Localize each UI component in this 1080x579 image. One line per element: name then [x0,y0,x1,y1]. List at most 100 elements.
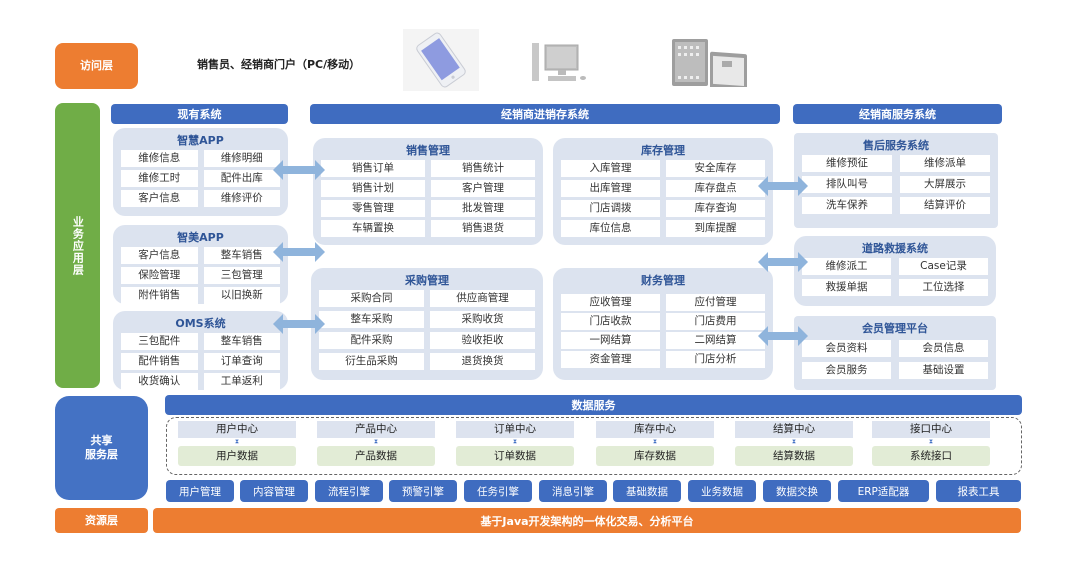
module-item[interactable]: 客户信息 [121,190,198,207]
module-item[interactable]: 门店费用 [666,313,765,330]
module-item[interactable]: 采购收货 [430,311,535,328]
module-item[interactable]: 衍生品采购 [319,353,424,370]
module-item[interactable]: Case记录 [899,258,988,275]
module-item[interactable]: 收货确认 [121,373,198,390]
module-item[interactable]: 维修评价 [203,190,280,207]
module-item[interactable]: 以旧换新 [203,287,280,304]
shared-layer-label-line2: 服务层 [85,448,118,461]
module-item[interactable]: 销售统计 [431,160,535,177]
data-center-settlement[interactable]: 结算中心 ⧗ 结算数据 [735,421,853,466]
link-icon: ⧗ [234,438,240,445]
module-item[interactable]: 销售订单 [321,160,425,177]
module-item[interactable]: 供应商管理 [430,290,535,307]
module-item[interactable]: 维修派单 [900,155,990,172]
module-item[interactable]: 工单返利 [203,373,280,390]
module-item[interactable]: 采购合同 [319,290,424,307]
center-name: 产品中心 [317,421,435,438]
module-item[interactable]: 维修信息 [121,150,198,167]
module-item[interactable]: 验收拒收 [430,332,535,349]
module-item[interactable]: 配件采购 [319,332,424,349]
module-item[interactable]: 基础设置 [899,362,988,379]
module-item[interactable]: 配件销售 [121,353,198,370]
module-item[interactable]: 大屏展示 [900,176,990,193]
module-item[interactable]: 安全库存 [666,160,765,177]
module-item[interactable]: 客户管理 [431,180,535,197]
module-item[interactable]: 出库管理 [561,180,660,197]
module-item[interactable]: 销售计划 [321,180,425,197]
module-item[interactable]: 附件销售 [121,287,198,304]
module-item[interactable]: 车辆置换 [321,220,425,237]
module-item[interactable]: 二网结算 [666,332,765,349]
module-item[interactable]: 门店分析 [666,351,765,368]
access-layer-label-text: 访问层 [80,59,113,73]
center-name: 订单中心 [456,421,574,438]
module-item[interactable]: 三包管理 [203,267,280,284]
center-data: 库存数据 [596,446,714,466]
module-item[interactable]: 维修预征 [802,155,892,172]
module-item[interactable]: 应付管理 [666,294,765,311]
module-road-rescue: 道路救援系统 维修派工 Case记录 救援单据 工位选择 [794,236,996,306]
module-item[interactable]: 门店调拨 [561,200,660,217]
data-center-inventory[interactable]: 库存中心 ⧗ 库存数据 [596,421,714,466]
module-item[interactable]: 库存查询 [666,200,765,217]
module-item[interactable]: 洗车保养 [802,197,892,214]
module-item[interactable]: 整车采购 [319,311,424,328]
module-item[interactable]: 整车销售 [203,333,280,350]
link-icon: ⧗ [373,438,379,445]
module-item[interactable]: 资金管理 [561,351,660,368]
module-item[interactable]: 库存盘点 [666,180,765,197]
tool-alert-engine[interactable]: 预警引擎 [389,480,457,502]
module-item[interactable]: 门店收款 [561,313,660,330]
module-title: 采购管理 [405,274,449,287]
data-center-order[interactable]: 订单中心 ⧗ 订单数据 [456,421,574,466]
module-item[interactable]: 维修派工 [802,258,891,275]
module-item[interactable]: 排队叫号 [802,176,892,193]
module-item[interactable]: 销售退货 [431,220,535,237]
tool-task-engine[interactable]: 任务引擎 [464,480,532,502]
center-name: 接口中心 [872,421,990,438]
access-layer-label: 访问层 [55,43,138,89]
data-center-user[interactable]: 用户中心 ⧗ 用户数据 [178,421,296,466]
tool-business-data[interactable]: 业务数据 [688,480,756,502]
data-center-interface[interactable]: 接口中心 ⧗ 系统接口 [872,421,990,466]
module-item[interactable]: 客户信息 [121,247,198,264]
module-item[interactable]: 到库提醒 [666,220,765,237]
module-item[interactable]: 三包配件 [121,333,198,350]
module-item[interactable]: 应收管理 [561,294,660,311]
data-center-product[interactable]: 产品中心 ⧗ 产品数据 [317,421,435,466]
platform-bar: 基于Java开发架构的一体化交易、分析平台 [153,508,1021,533]
module-item[interactable]: 会员信息 [899,340,988,357]
module-item[interactable]: 一网结算 [561,332,660,349]
module-item[interactable]: 工位选择 [899,279,988,296]
tool-message-engine[interactable]: 消息引擎 [539,480,607,502]
tool-user-management[interactable]: 用户管理 [166,480,234,502]
tablet-icon [672,39,748,92]
module-item[interactable]: 维修工时 [121,170,198,187]
module-item[interactable]: 零售管理 [321,200,425,217]
module-item[interactable]: 退货换货 [430,353,535,370]
module-item[interactable]: 配件出库 [203,170,280,187]
center-data: 订单数据 [456,446,574,466]
tool-base-data[interactable]: 基础数据 [613,480,681,502]
module-item[interactable]: 批发管理 [431,200,535,217]
module-item[interactable]: 订单查询 [203,353,280,370]
module-item[interactable]: 救援单据 [802,279,891,296]
tool-data-exchange[interactable]: 数据交换 [763,480,831,502]
tool-report-tool[interactable]: 报表工具 [936,480,1021,502]
module-item[interactable]: 整车销售 [203,247,280,264]
module-item[interactable]: 会员资料 [802,340,891,357]
module-after-sales-service: 售后服务系统 维修预征 维修派单 排队叫号 大屏展示 洗车保养 结算评价 [794,133,998,228]
module-item[interactable]: 保险管理 [121,267,198,284]
module-member-management: 会员管理平台 会员资料 会员信息 会员服务 基础设置 [794,316,996,390]
tool-content-management[interactable]: 内容管理 [240,480,308,502]
module-item[interactable]: 会员服务 [802,362,891,379]
module-item[interactable]: 维修明细 [203,150,280,167]
module-item[interactable]: 入库管理 [561,160,660,177]
bidirectional-arrow-icon [273,160,325,180]
link-icon: ⧗ [928,438,934,445]
module-item[interactable]: 结算评价 [900,197,990,214]
resource-layer-label-text: 资源层 [85,513,118,527]
tool-erp-adapter[interactable]: ERP适配器 [838,480,929,502]
module-item[interactable]: 库位信息 [561,220,660,237]
tool-workflow-engine[interactable]: 流程引擎 [315,480,383,502]
